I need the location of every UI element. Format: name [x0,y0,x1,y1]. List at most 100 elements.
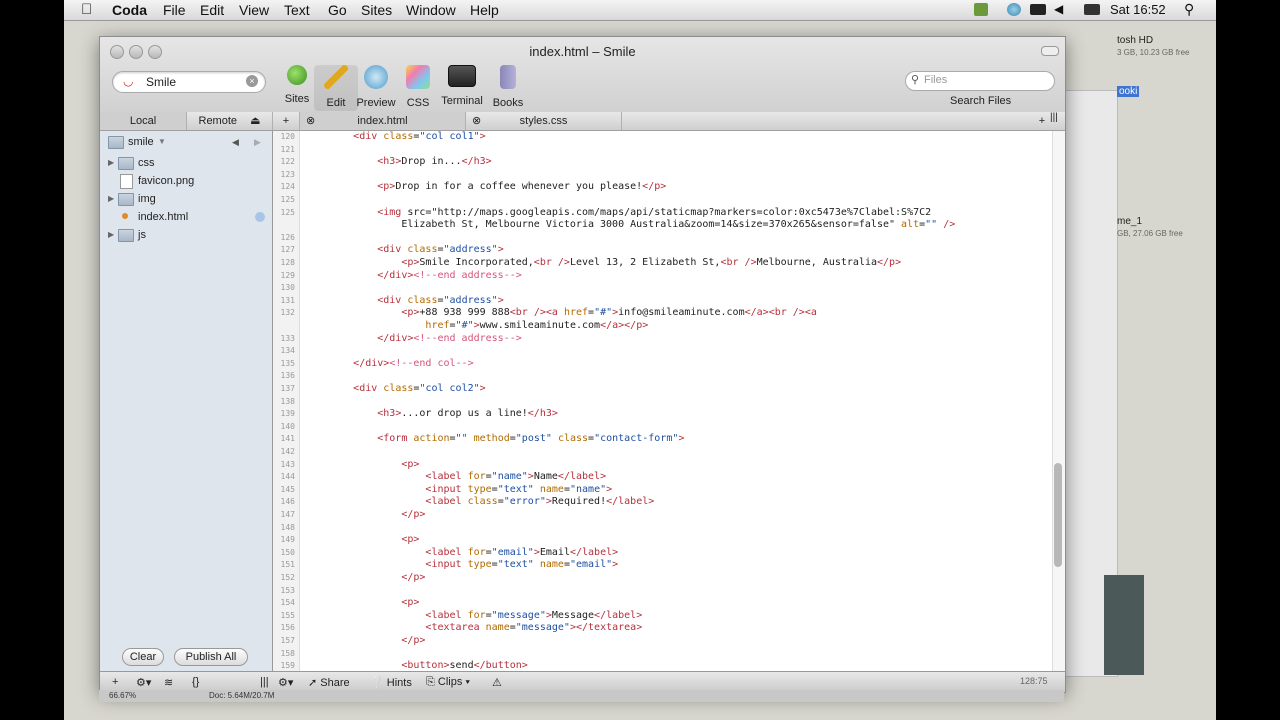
line-number: 142 [280,447,295,456]
sidebar-item-css[interactable]: ▶ css [100,154,272,172]
menu-clock[interactable]: Sat 16:52 [1110,2,1166,17]
line-number: 135 [280,358,295,368]
sync-icon[interactable] [1007,3,1021,16]
clips-icon: ⎘ [426,676,435,688]
display-icon[interactable] [1084,4,1100,15]
code-text: <p> [401,458,420,470]
clips-button[interactable]: ⎘ Clips ▾ [426,676,470,689]
panel-toggle-icon[interactable]: ||| [260,676,269,688]
warning-icon[interactable]: ⚠ [492,676,502,689]
sidebar-item-js[interactable]: ▶ js [100,226,272,244]
desktop-volume-label[interactable]: me_1 [1117,216,1142,227]
publish-all-button[interactable]: Publish All [174,648,248,666]
desktop-drive-sub: 3 GB, 10.23 GB free [1117,48,1190,57]
search-placeholder: Files [924,74,948,86]
scrollbar-thumb[interactable] [1054,463,1062,567]
volume-icon[interactable]: ◀ [1054,2,1063,16]
site-selector[interactable]: ◡ Smile × [112,71,266,93]
forward-arrow-icon[interactable]: ▶ [254,133,261,151]
line-number: 126 [280,232,295,242]
apple-menu-icon[interactable]:  [81,1,92,18]
menu-sites[interactable]: Sites [361,2,392,18]
menu-edit[interactable]: Edit [200,2,224,18]
desktop-item-label[interactable]: ooki [1117,86,1140,97]
sidebar-item-label: img [138,193,156,205]
line-number: 151 [280,560,295,570]
disclosure-icon[interactable]: ▶ [108,154,114,172]
hints-button[interactable]: ❔ Hints [370,676,412,689]
add-icon[interactable]: + [112,676,118,688]
sidebar-item-img[interactable]: ▶ img [100,190,272,208]
eject-icon: ⏏ [250,115,261,127]
disclosure-icon[interactable]: ▶ [108,226,114,244]
new-tab-button-right[interactable]: + [1036,112,1048,130]
preview-button[interactable]: Preview [354,65,398,111]
css-button[interactable]: CSS [396,65,440,111]
clips-label: Clips [437,676,463,688]
doc-size: Doc: 5.64M/20.7M [209,691,275,700]
rss-icon[interactable]: ≋ [164,676,173,689]
tab-index-label: index.html [357,115,408,127]
new-tab-button[interactable]: + [273,112,300,130]
code-text: <p>+88 938 999 888<br /><a href="#">info… [401,307,817,319]
edit-button[interactable]: Edit [314,65,358,111]
code-text: <p> [401,597,420,609]
line-number: 149 [280,535,295,545]
menu-view[interactable]: View [239,2,269,18]
tab-local[interactable]: Local [100,112,187,130]
menu-window[interactable]: Window [406,2,456,18]
line-number: 133 [280,333,295,343]
share-button[interactable]: ➚ Share [308,676,350,689]
sidebar-item-index-html[interactable]: index.html [100,208,272,226]
line-number: 148 [280,522,295,532]
status-app-icon[interactable] [974,3,988,16]
line-number: 146 [280,497,295,507]
braces-icon[interactable]: {} [192,676,199,688]
sidebar-root-smile[interactable]: smile ▼ ◀ ▶ [100,133,272,151]
line-number: 136 [280,371,295,381]
battery-icon[interactable] [1030,4,1046,15]
sidebar-item-favicon[interactable]: favicon.png [100,172,272,190]
terminal-label: Terminal [441,95,483,107]
clear-button[interactable]: Clear [122,648,164,666]
sidebar-item-label: js [138,229,146,241]
terminal-button[interactable]: Terminal [440,65,484,111]
code-text: </div><!--end address--> [377,269,522,281]
sites-icon [287,65,307,85]
disclosure-icon[interactable]: ▶ [108,190,114,208]
sidebar-item-label: index.html [138,211,189,223]
menu-go[interactable]: Go [328,2,347,18]
code-text: Elizabeth St, Melbourne Victoria 3000 Au… [305,219,956,231]
back-arrow-icon[interactable]: ◀ [232,133,239,151]
menu-text[interactable]: Text [284,2,310,18]
search-files-input[interactable]: ⚲ Files [905,71,1055,91]
split-view-icon[interactable]: ||| [1050,112,1058,123]
editor-gear-icon[interactable]: ⚙▾ [278,676,293,689]
tab-close-icon[interactable]: ⊗ [472,112,481,130]
line-number: 120 [280,132,295,141]
gear-icon[interactable]: ⚙▾ [136,676,151,689]
tab-close-icon[interactable]: ⊗ [306,112,315,130]
menu-app-coda[interactable]: Coda [112,2,147,18]
toolbar-toggle-button[interactable] [1041,46,1059,56]
books-button[interactable]: Books [486,65,530,111]
line-number: 158 [280,648,295,658]
desktop-drive-label[interactable]: tosh HD [1117,35,1153,46]
line-number: 125 [280,195,295,204]
tab-styles-css[interactable]: ⊗ styles.css [466,112,622,130]
site-clear-icon[interactable]: × [246,75,258,87]
css-label: CSS [406,97,430,109]
menu-file[interactable]: File [163,2,186,18]
menu-help[interactable]: Help [470,2,499,18]
spotlight-icon[interactable]: ⚲ [1184,1,1194,18]
tab-remote[interactable]: Remote ⏏ [187,112,273,130]
tab-index-html[interactable]: ⊗ index.html [300,112,466,130]
line-number: 152 [280,573,295,582]
code-editor[interactable]: 120 <div class="col col1"> 121 122 <h3>Dro… [273,131,1065,671]
sites-button[interactable]: Sites [275,65,319,111]
vertical-scrollbar[interactable] [1052,131,1065,671]
chevron-down-icon[interactable]: ▼ [158,133,166,151]
code-text: <p> [401,534,420,546]
line-number: 130 [280,283,295,293]
code-text: <h3>Drop in...</h3> [377,156,492,168]
